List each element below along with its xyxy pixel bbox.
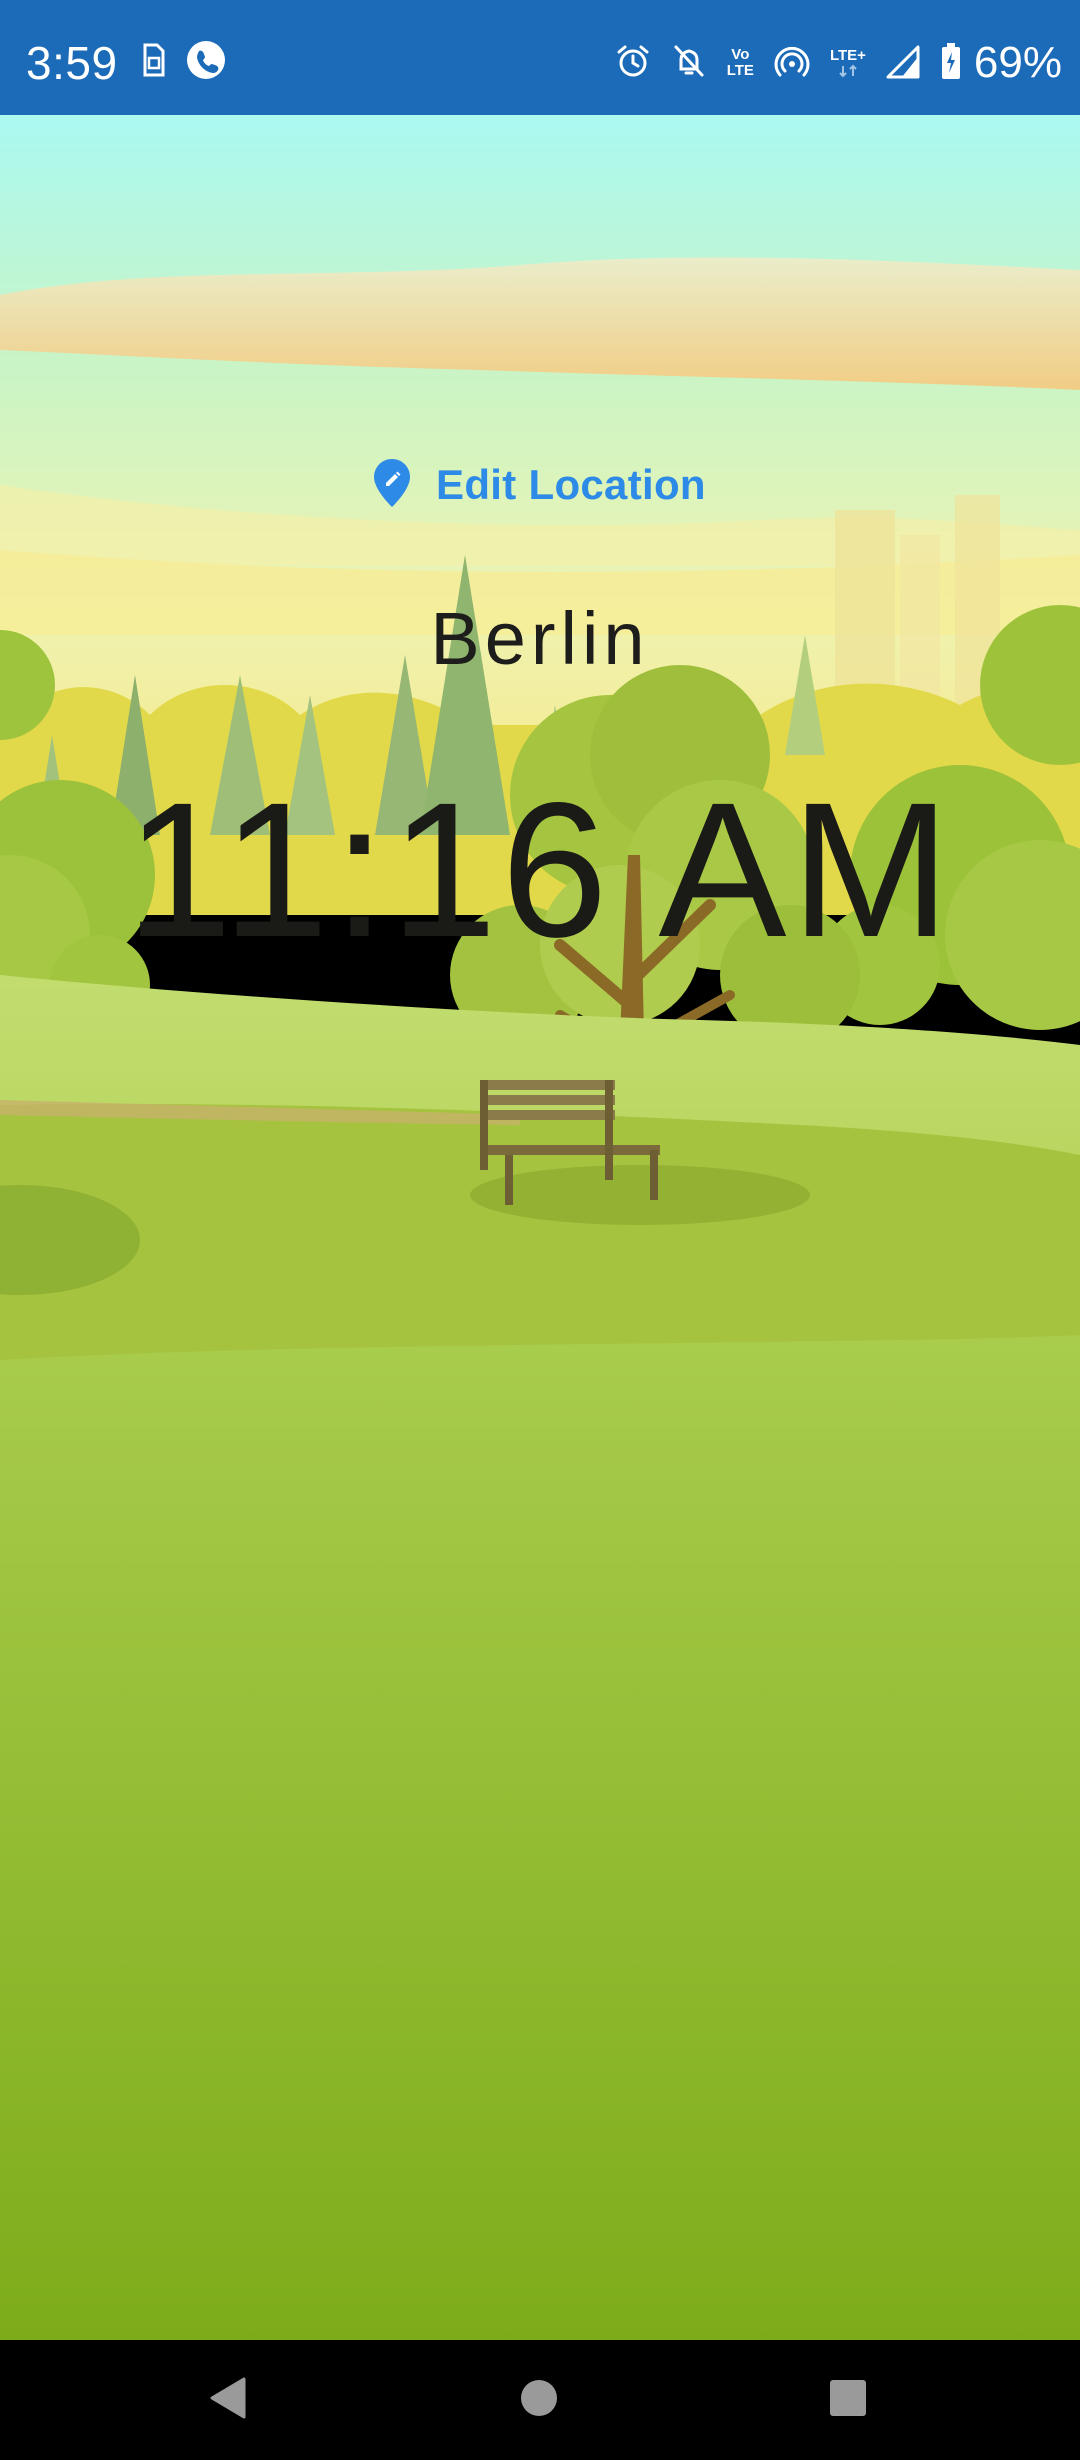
alarm-icon — [615, 43, 651, 84]
recents-icon — [828, 2378, 868, 2423]
recents-button[interactable] — [818, 2370, 878, 2430]
battery-icon — [940, 42, 962, 85]
lte-label: LTE+ — [829, 47, 866, 64]
edit-location-button[interactable]: Edit Location — [372, 455, 706, 515]
edit-location-label: Edit Location — [436, 461, 706, 508]
sim-icon — [140, 42, 166, 83]
volte-label-bottom: LTE — [726, 62, 754, 79]
status-right-icons: Vo LTE LTE+ 69% — [615, 38, 1062, 88]
status-left-icons — [140, 40, 226, 85]
back-button[interactable] — [198, 2370, 258, 2430]
lte-icon: LTE+ — [830, 48, 866, 78]
location-name: Berlin — [430, 597, 650, 680]
home-button[interactable] — [509, 2370, 569, 2430]
back-icon — [208, 2376, 248, 2425]
signal-icon — [886, 43, 920, 84]
hotspot-icon — [774, 43, 810, 84]
status-bar: 3:59 Vo LTE LTE+ 69% — [0, 0, 1080, 115]
edit-location-pin-icon — [372, 457, 412, 514]
navigation-bar — [0, 2340, 1080, 2460]
park-background — [0, 115, 1080, 2340]
battery-percent: 69% — [973, 38, 1062, 87]
phone-call-icon — [186, 40, 226, 85]
status-time: 3:59 — [26, 37, 118, 89]
screen: 3:59 Vo LTE LTE+ 69% Edit Location Berli… — [0, 0, 1080, 2460]
volte-icon: Vo LTE — [727, 47, 754, 79]
bell-off-icon — [671, 43, 707, 84]
clock-time: 11:16 AM — [125, 762, 955, 977]
volte-label-top: Vo — [731, 46, 750, 63]
home-icon — [519, 2378, 559, 2423]
